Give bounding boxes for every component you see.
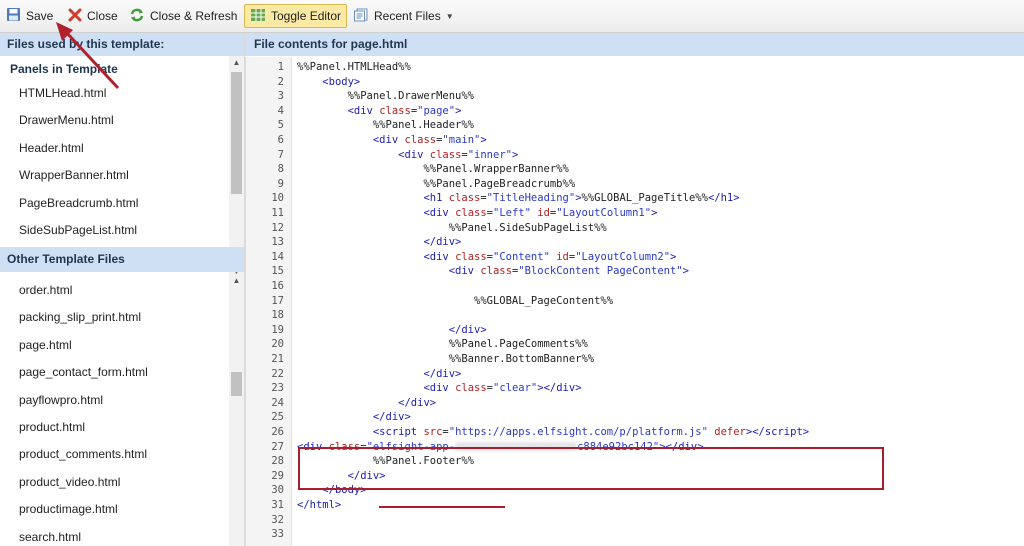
red-arrow-icon — [56, 22, 120, 90]
annotation-arrow-overlay — [56, 22, 120, 90]
